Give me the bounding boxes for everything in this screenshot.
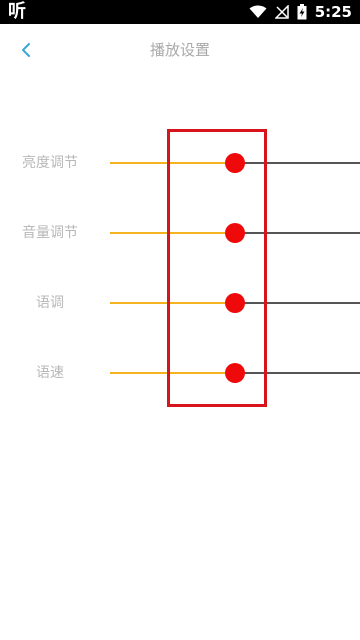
header: 播放设置 — [0, 24, 360, 76]
slider-thumb[interactable] — [225, 363, 245, 383]
status-bar: 听 5:25 — [0, 0, 360, 24]
no-signal-icon — [274, 5, 289, 19]
pitch-slider[interactable] — [110, 283, 360, 323]
setting-row-speed: 语速 — [0, 353, 360, 393]
slider-track-filled — [110, 372, 235, 374]
setting-label: 亮度调节 — [22, 155, 78, 171]
setting-label: 音量调节 — [22, 225, 78, 241]
speed-slider[interactable] — [110, 353, 360, 393]
setting-row-brightness: 亮度调节 — [0, 143, 360, 183]
volume-slider[interactable] — [110, 213, 360, 253]
wifi-icon — [249, 5, 267, 18]
slider-thumb[interactable] — [225, 153, 245, 173]
setting-label: 语速 — [36, 365, 64, 381]
setting-row-volume: 音量调节 — [0, 213, 360, 253]
slider-track-filled — [110, 232, 235, 234]
setting-label: 语调 — [36, 295, 64, 311]
slider-track-filled — [110, 302, 235, 304]
slider-track-rest — [235, 232, 360, 234]
slider-track-rest — [235, 162, 360, 164]
slider-thumb[interactable] — [225, 223, 245, 243]
slider-track-rest — [235, 302, 360, 304]
brightness-slider[interactable] — [110, 143, 360, 183]
slider-thumb[interactable] — [225, 293, 245, 313]
status-app-label: 听 — [8, 1, 26, 22]
setting-row-pitch: 语调 — [0, 283, 360, 323]
battery-charging-icon — [297, 4, 307, 20]
status-icons: 5:25 — [249, 0, 352, 24]
status-time: 5:25 — [314, 3, 352, 21]
slider-track-rest — [235, 372, 360, 374]
page-title: 播放设置 — [149, 41, 210, 59]
slider-track-filled — [110, 162, 235, 164]
